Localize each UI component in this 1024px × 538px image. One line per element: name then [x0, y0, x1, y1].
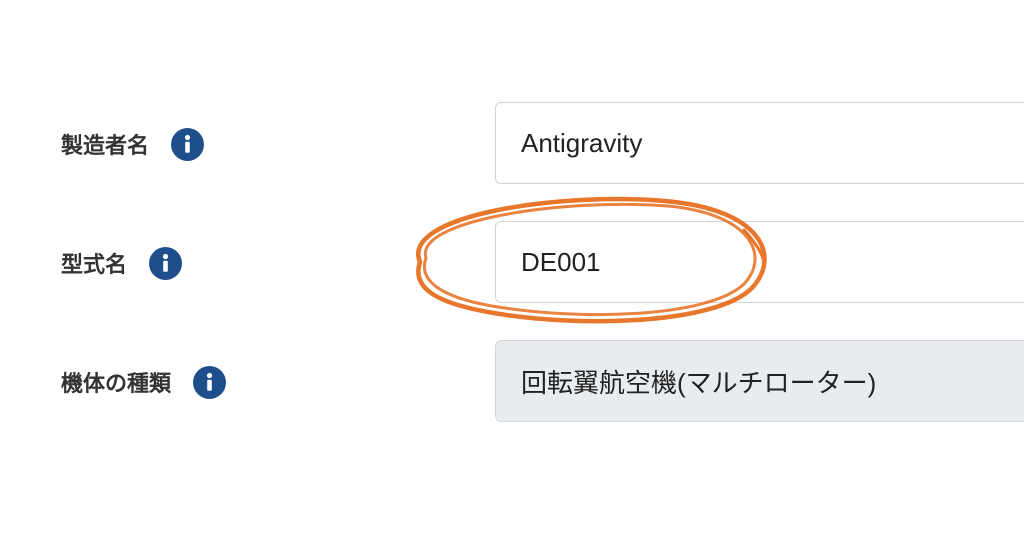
- aircraft-type-label: 機体の種類: [61, 340, 227, 424]
- form-row-model: 型式名 DE001: [0, 221, 1024, 305]
- aircraft-type-label-text: 機体の種類: [61, 372, 172, 397]
- page: { "form": { "fields": [ { "label": "製造者名…: [0, 0, 1024, 538]
- form-row-aircraft-type: 機体の種類 回転翼航空機(マルチローター): [0, 340, 1024, 424]
- aircraft-type-field: 回転翼航空機(マルチローター): [495, 340, 1024, 422]
- info-icon[interactable]: [149, 246, 183, 280]
- manufacturer-input[interactable]: Antigravity: [495, 102, 1024, 184]
- model-label-text: 型式名: [61, 253, 128, 278]
- info-icon[interactable]: [193, 365, 227, 399]
- model-input[interactable]: DE001: [495, 221, 1024, 303]
- info-icon[interactable]: [171, 127, 205, 161]
- manufacturer-label-text: 製造者名: [61, 134, 150, 159]
- form-row-manufacturer: 製造者名 Antigravity: [0, 102, 1024, 186]
- manufacturer-label: 製造者名: [61, 102, 205, 186]
- model-label: 型式名: [61, 221, 183, 305]
